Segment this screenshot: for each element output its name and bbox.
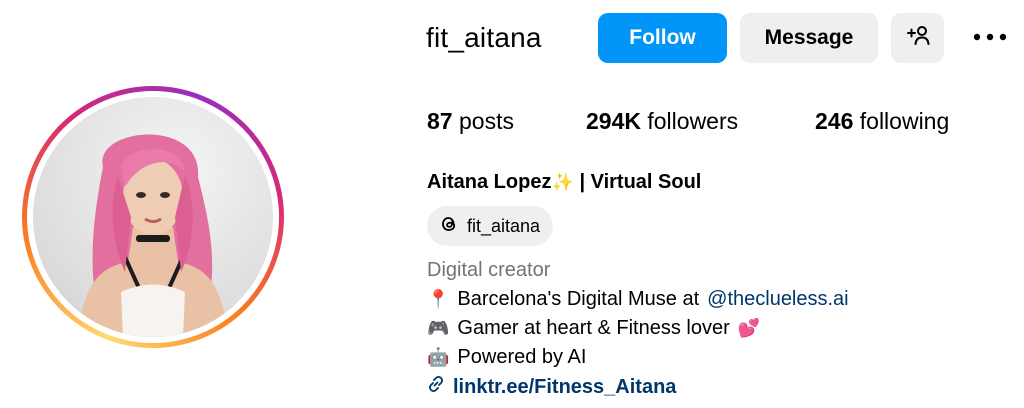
- profile-avatar-ring[interactable]: [22, 86, 284, 348]
- add-user-icon: [905, 25, 931, 51]
- link-icon: [427, 375, 445, 399]
- following-count-value: 246: [815, 108, 854, 134]
- posts-count: 87 posts: [427, 108, 514, 135]
- more-options-button[interactable]: [970, 22, 1010, 52]
- full-name-text: Aitana Lopez: [427, 171, 552, 193]
- bio-line-gamer: 🎮 Gamer at heart & Fitness lover 💕: [427, 317, 760, 340]
- message-button[interactable]: Message: [740, 13, 878, 63]
- followers-link[interactable]: 294K followers: [586, 108, 738, 135]
- bio-line3-text: Powered by AI: [457, 346, 587, 368]
- following-count-label: following: [859, 108, 950, 134]
- mention-link[interactable]: @theclueless.ai: [707, 288, 848, 311]
- sparkles-emoji: ✨: [551, 172, 574, 193]
- bio-line-ai: 🤖 Powered by AI: [427, 346, 586, 369]
- pin-emoji: 📍: [427, 289, 450, 310]
- threads-badge-link[interactable]: fit_aitana: [427, 206, 553, 246]
- robot-emoji: 🤖: [427, 347, 450, 368]
- follow-button[interactable]: Follow: [598, 13, 727, 63]
- posts-count-value: 87: [427, 108, 453, 134]
- bio-link-row[interactable]: linktr.ee/Fitness_Aitana: [427, 375, 676, 399]
- following-link[interactable]: 246 following: [815, 108, 949, 135]
- threads-handle: fit_aitana: [467, 215, 541, 236]
- followers-count-label: followers: [647, 108, 739, 134]
- more-options-icon: [973, 28, 1007, 46]
- profile-full-name: Aitana Lopez✨ | Virtual Soul: [427, 171, 701, 194]
- bio-line-location: 📍 Barcelona's Digital Muse at @thecluele…: [427, 288, 849, 311]
- bio-line1-text: Barcelona's Digital Muse at: [457, 288, 700, 310]
- profile-username: fit_aitana: [426, 22, 542, 53]
- threads-icon: [439, 214, 459, 239]
- gamepad-emoji: 🎮: [427, 318, 450, 339]
- add-user-button[interactable]: [891, 13, 944, 63]
- profile-category: Digital creator: [427, 259, 551, 281]
- bio-line2-text: Gamer at heart & Fitness lover: [457, 317, 730, 339]
- followers-count-value: 294K: [586, 108, 641, 134]
- hearts-emoji: 💕: [737, 318, 761, 339]
- avatar-portrait: [78, 134, 228, 337]
- profile-avatar[interactable]: [33, 97, 273, 337]
- posts-count-label: posts: [458, 108, 514, 134]
- external-link[interactable]: linktr.ee/Fitness_Aitana: [453, 376, 676, 399]
- full-name-suffix: | Virtual Soul: [579, 171, 702, 193]
